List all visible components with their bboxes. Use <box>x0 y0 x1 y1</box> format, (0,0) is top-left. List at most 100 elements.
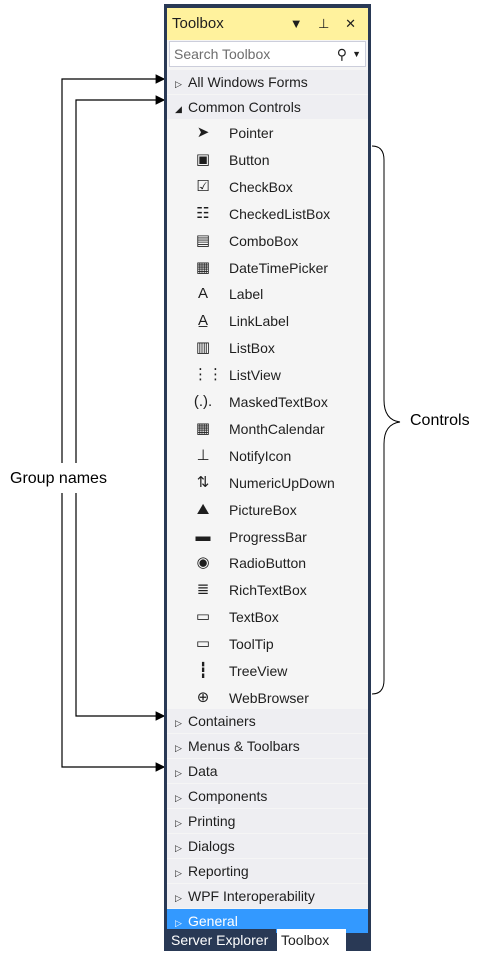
toolbox-item-label: NumericUpDown <box>229 474 335 491</box>
toolbox-item-label: ProgressBar <box>229 528 307 545</box>
toolbox-item-label: TreeView <box>229 663 288 679</box>
toolbox-item[interactable]: A̲ LinkLabel <box>167 308 368 336</box>
collapsed-triangle-icon: ▷ <box>175 768 182 778</box>
toolbox-item-label: Label <box>229 286 264 303</box>
group-header[interactable]: ▷ WPF Interoperability <box>167 884 368 908</box>
toolbox-item-label: MaskedTextBox <box>229 394 328 410</box>
group-header[interactable]: ▷ Menus & Toolbars <box>167 734 368 758</box>
toolbox-item[interactable]: ➤ Pointer <box>167 120 368 147</box>
toolbox-item[interactable]: ≣ RichTextBox <box>167 577 368 605</box>
toolbox-item-label: NotifyIcon <box>229 447 292 464</box>
toolbox-item[interactable]: ▭ ToolTip <box>167 631 368 658</box>
listbox-icon: ▥ <box>195 339 211 357</box>
combobox-icon: ▤ <box>195 231 211 249</box>
toolbox-item[interactable]: ▦ DateTimePicker <box>167 254 368 282</box>
monthcalendar-icon: ▦ <box>195 419 211 437</box>
toolbox-item[interactable]: ▥ ListBox <box>167 335 368 363</box>
collapsed-triangle-icon: ▷ <box>175 743 182 753</box>
toolbox-item[interactable]: (.). MaskedTextBox <box>167 389 368 416</box>
group-header[interactable]: ▷ Components <box>167 784 368 808</box>
notifyicon-icon: ⊥ <box>196 446 210 464</box>
toolbox-item-label: RichTextBox <box>229 582 307 599</box>
label-icon: A <box>197 285 208 303</box>
toolbox-item[interactable]: ⛰ PictureBox <box>167 496 368 524</box>
webbrowser-icon: ⊕ <box>196 688 210 706</box>
toolbox-item-label: Pointer <box>229 125 274 141</box>
tab-toolbox[interactable]: Toolbox <box>277 929 346 951</box>
group-header[interactable]: ◢ Common Controls <box>167 95 368 119</box>
toolbox-item[interactable]: ☑ CheckBox <box>167 173 368 201</box>
toolbox-item[interactable]: A Label <box>167 281 368 309</box>
toolbox-item-label: TextBox <box>229 609 279 626</box>
picturebox-icon: ⛰ <box>196 500 210 518</box>
collapsed-triangle-icon: ▷ <box>175 818 182 828</box>
group-header[interactable]: ▷ Data <box>167 759 368 783</box>
checkbox-icon: ☑ <box>196 177 210 195</box>
title-bar-buttons[interactable]: ▼ ⊥ ✕ <box>290 8 362 40</box>
toolbox-item[interactable]: ⊥ NotifyIcon <box>167 442 368 470</box>
controls-brace <box>371 145 401 695</box>
maskedtextbox-icon: (.). <box>193 393 213 410</box>
collapsed-triangle-icon: ▷ <box>175 793 182 803</box>
group-label: All Windows Forms <box>188 74 308 90</box>
search-placeholder: Search Toolbox <box>174 46 271 62</box>
toolbox-item-label: LinkLabel <box>229 313 289 330</box>
toolbox-item-label: WebBrowser <box>229 689 309 706</box>
listview-icon: ⋮⋮ <box>193 366 223 384</box>
group-label: Common Controls <box>188 99 301 115</box>
collapsed-triangle-icon: ▷ <box>175 79 182 89</box>
checkedlistbox-icon: ☷ <box>196 204 210 222</box>
group-header[interactable]: ▷ Printing <box>167 809 368 833</box>
tooltip-icon: ▭ <box>195 635 211 653</box>
numericupdown-icon: ⇅ <box>196 473 210 491</box>
toolbox-item-label: PictureBox <box>229 501 297 518</box>
group-header[interactable]: ▷ Containers <box>167 709 368 733</box>
toolbox-item-label: ToolTip <box>229 636 274 653</box>
toolbox-item[interactable]: ☷ CheckedListBox <box>167 200 368 228</box>
toolbox-item-label: ComboBox <box>229 232 299 249</box>
toolbox-item[interactable]: ▣ Button <box>167 146 368 174</box>
toolbox-window: Toolbox ▼ ⊥ ✕ Search Toolbox ⚲ ▼ ▷ All Wi… <box>164 4 371 951</box>
arrow-common-controls <box>75 95 166 463</box>
toolbox-item[interactable]: ◉ RadioButton <box>167 550 368 578</box>
toolbox-item-label: DateTimePicker <box>229 259 329 276</box>
search-icon[interactable]: ⚲ <box>337 42 347 66</box>
group-label: Dialogs <box>188 838 235 854</box>
expanded-triangle-icon: ◢ <box>175 104 182 114</box>
group-label: Data <box>188 763 218 779</box>
textbox-icon: ▭ <box>195 608 211 626</box>
toolbox-title-bar[interactable]: Toolbox ▼ ⊥ ✕ <box>167 8 368 40</box>
group-label: Containers <box>188 713 256 729</box>
toolbox-item[interactable]: ┇ TreeView <box>167 658 368 685</box>
collapsed-triangle-icon: ▷ <box>175 893 182 903</box>
toolbox-item[interactable]: ⇅ NumericUpDown <box>167 469 368 497</box>
toolbox-item[interactable]: ⊕ WebBrowser <box>167 684 368 712</box>
toolbox-item-label: RadioButton <box>229 555 307 572</box>
group-label: General <box>188 913 238 929</box>
toolbox-content: Toolbox ▼ ⊥ ✕ Search Toolbox ⚲ ▼ ▷ All Wi… <box>167 8 368 933</box>
toolbox-item-label: CheckBox <box>229 178 293 195</box>
group-header[interactable]: ▷ All Windows Forms <box>167 70 368 94</box>
search-input[interactable]: Search Toolbox ⚲ ▼ <box>169 41 366 67</box>
arrow-containers <box>75 493 166 721</box>
bottom-tabs: Server Explorer Toolbox <box>167 929 368 951</box>
toolbox-item[interactable]: ▬ ProgressBar <box>167 523 368 551</box>
toolbox-item[interactable]: ▭ TextBox <box>167 604 368 632</box>
group-label: WPF Interoperability <box>188 888 315 904</box>
toolbox-item-label: CheckedListBox <box>229 205 331 222</box>
collapsed-triangle-icon: ▷ <box>175 868 182 878</box>
toolbox-item[interactable]: ▤ ComboBox <box>167 227 368 255</box>
group-label: Components <box>188 788 268 804</box>
datetimepicker-icon: ▦ <box>195 258 211 276</box>
toolbox-item-label: ListBox <box>229 340 275 357</box>
toolbox-item[interactable]: ▦ MonthCalendar <box>167 415 368 443</box>
toolbox-item-label: ListView <box>229 367 281 384</box>
toolbox-item-label: MonthCalendar <box>229 420 325 437</box>
group-header[interactable]: ▷ Reporting <box>167 859 368 883</box>
controls-label: Controls <box>410 412 470 429</box>
richtextbox-icon: ≣ <box>196 581 210 599</box>
tab-server-explorer[interactable]: Server Explorer <box>167 929 276 951</box>
group-header[interactable]: ▷ Dialogs <box>167 834 368 858</box>
chevron-down-icon[interactable]: ▼ <box>352 42 361 66</box>
toolbox-item[interactable]: ⋮⋮ ListView <box>167 362 368 389</box>
